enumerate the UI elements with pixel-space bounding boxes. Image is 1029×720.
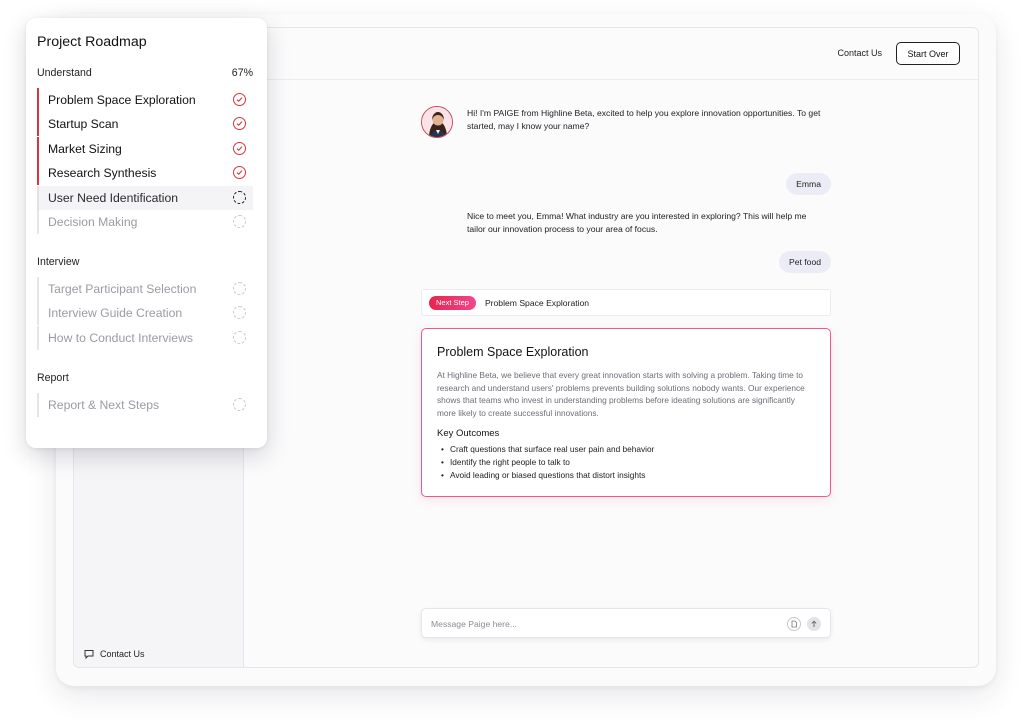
step-label: Target Participant Selection: [48, 282, 197, 296]
pending-circle-icon: [233, 306, 246, 319]
step-label: Report & Next Steps: [48, 398, 160, 412]
pending-circle-icon: [233, 331, 246, 344]
document-icon: [791, 620, 797, 628]
roadmap-title: Project Roadmap: [37, 34, 147, 50]
check-circle-icon: [233, 142, 246, 155]
step-label: Startup Scan: [48, 117, 119, 131]
user-message: Emma: [786, 173, 831, 195]
outcome-item: Identify the right people to talk to: [437, 456, 816, 469]
send-button[interactable]: [807, 617, 821, 631]
check-circle-icon: [233, 93, 246, 106]
user-message: Pet food: [778, 251, 831, 273]
roadmap-step[interactable]: Report & Next Steps: [37, 393, 253, 417]
section-label-understand: Understand: [37, 67, 92, 79]
project-roadmap-panel: Project Roadmap Understand 67% Problem S…: [26, 18, 267, 448]
roadmap-step[interactable]: Decision Making: [37, 210, 253, 234]
attach-button[interactable]: [787, 617, 801, 631]
bot-message-text: Nice to meet you, Emma! What industry ar…: [467, 211, 807, 234]
roadmap-step[interactable]: Research Synthesis: [37, 161, 253, 185]
section-progress: 67%: [231, 67, 253, 79]
roadmap-step[interactable]: Startup Scan: [37, 112, 253, 136]
paige-avatar: [421, 106, 453, 138]
sidebar-contact-link[interactable]: Contact Us: [84, 649, 145, 659]
section-label-interview: Interview: [37, 256, 80, 268]
bot-message-text: Hi! I'm PAIGE from Highline Beta, excite…: [467, 108, 821, 131]
pending-circle-icon: [233, 215, 246, 228]
step-label: Interview Guide Creation: [48, 306, 183, 320]
roadmap-step[interactable]: Problem Space Exploration: [37, 88, 253, 112]
roadmap-step[interactable]: Target Participant Selection: [37, 277, 253, 301]
roadmap-step[interactable]: Interview Guide Creation: [37, 301, 253, 325]
message-input[interactable]: [431, 616, 761, 632]
step-label: Market Sizing: [48, 142, 122, 156]
section-label-report: Report: [37, 372, 69, 384]
sidebar-contact-label: Contact Us: [100, 649, 145, 659]
roadmap-step[interactable]: How to Conduct Interviews: [37, 326, 253, 350]
message-composer: [421, 608, 831, 638]
step-label: User Need Identification: [48, 191, 179, 205]
key-outcomes-list: Craft questions that surface real user p…: [437, 443, 816, 481]
card-title: Problem Space Exploration: [437, 345, 589, 359]
pending-circle-icon: [233, 282, 246, 295]
roadmap-step-current[interactable]: User Need Identification: [37, 186, 253, 210]
next-step-badge: Next Step: [429, 295, 476, 310]
check-circle-icon: [233, 117, 246, 130]
message-icon: [84, 650, 94, 659]
next-step-bar[interactable]: Next Step Problem Space Exploration: [421, 289, 831, 316]
next-step-title: Problem Space Exploration: [484, 297, 590, 308]
key-outcomes-heading: Key Outcomes: [437, 428, 500, 440]
step-label: Problem Space Exploration: [48, 93, 196, 107]
top-bar: Contact Us Start Over: [244, 28, 978, 80]
card-description: At Highline Beta, we believe that every …: [437, 370, 805, 418]
start-over-button[interactable]: Start Over: [896, 42, 960, 65]
step-label: Decision Making: [48, 215, 138, 229]
outcome-item: Avoid leading or biased questions that d…: [437, 469, 816, 482]
pending-circle-icon: [233, 398, 246, 411]
step-label: Research Synthesis: [48, 166, 157, 180]
step-info-card: Problem Space Exploration At Highline Be…: [421, 328, 831, 497]
outcome-item: Craft questions that surface real user p…: [437, 443, 816, 456]
arrow-up-icon: [811, 620, 817, 627]
in-progress-circle-icon: [233, 191, 246, 204]
contact-us-link[interactable]: Contact Us: [837, 48, 882, 58]
roadmap-step[interactable]: Market Sizing: [37, 137, 253, 161]
step-label: How to Conduct Interviews: [48, 331, 193, 345]
check-circle-icon: [233, 166, 246, 179]
